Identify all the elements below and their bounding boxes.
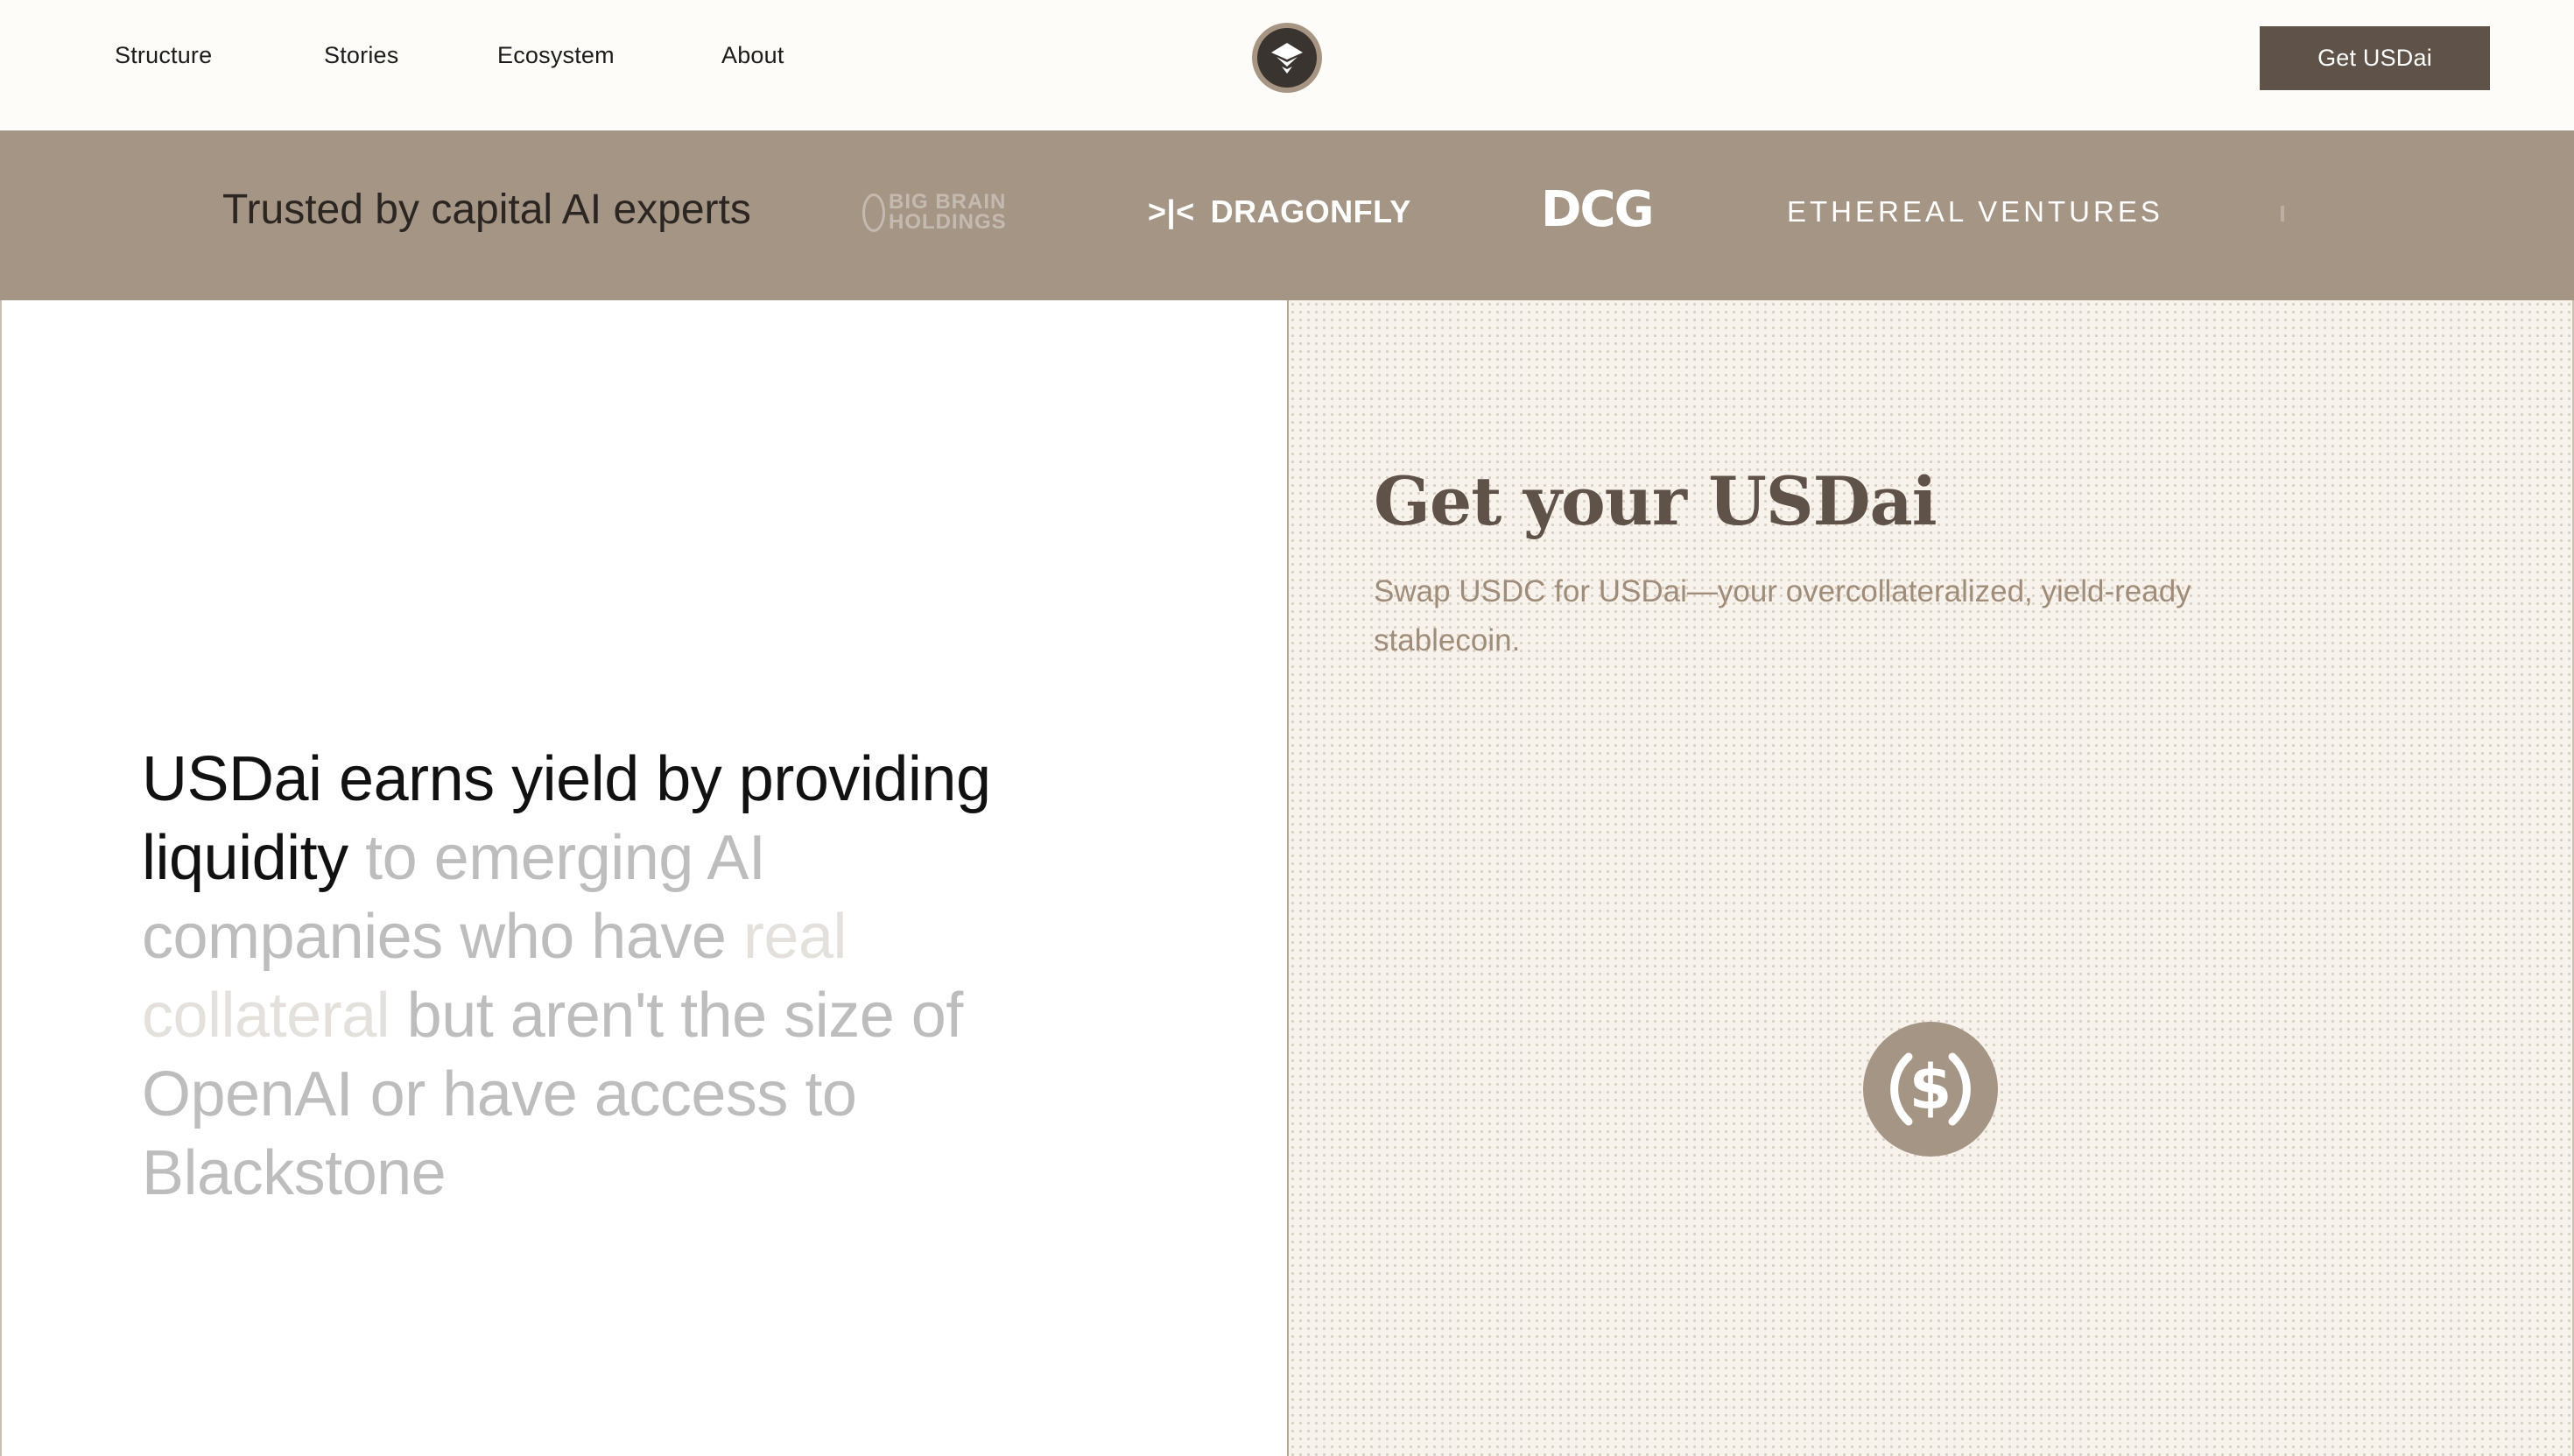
top-nav: Structure Stories Ecosystem About Get US…: [0, 0, 2574, 130]
svg-text:$: $: [1909, 1052, 1952, 1123]
usdc-coin-icon: $: [1863, 1022, 1998, 1157]
nav-link-about[interactable]: About: [721, 42, 784, 69]
swap-subtitle: Swap USDC for USDai—your overcollaterali…: [1374, 574, 2191, 658]
big-brain-holdings-logo: BIG BRAIN HOLDINGS: [862, 192, 1006, 233]
get-usdai-button[interactable]: Get USDai: [2260, 26, 2490, 90]
dcg-logo: DCG: [1541, 181, 1655, 238]
nav-link-structure[interactable]: Structure: [115, 42, 212, 69]
mission-statement: USDai earns yield by providing liquidity…: [142, 740, 1070, 1213]
nav-link-ecosystem[interactable]: Ecosystem: [497, 42, 615, 69]
ethereal-ventures-logo: ETHEREAL VENTURES: [1787, 195, 2163, 228]
nav-link-stories[interactable]: Stories: [324, 42, 398, 69]
carousel-fade-dot: [2281, 206, 2284, 222]
swap-title: Get your USDai: [1374, 462, 1938, 540]
mission-panel: USDai earns yield by providing liquidity…: [0, 300, 1287, 1456]
home-logo[interactable]: [1252, 23, 1322, 93]
swap-panel: Get your USDai Swap USDC for USDai—your …: [1287, 300, 2574, 1456]
partners-band: Trusted by capital AI experts BIG BRAIN …: [0, 130, 2574, 300]
partners-title: Trusted by capital AI experts: [222, 186, 751, 233]
usdai-logo-icon: [1271, 43, 1303, 74]
dragonfly-logo: >|< DRAGONFLY: [1148, 193, 1411, 229]
